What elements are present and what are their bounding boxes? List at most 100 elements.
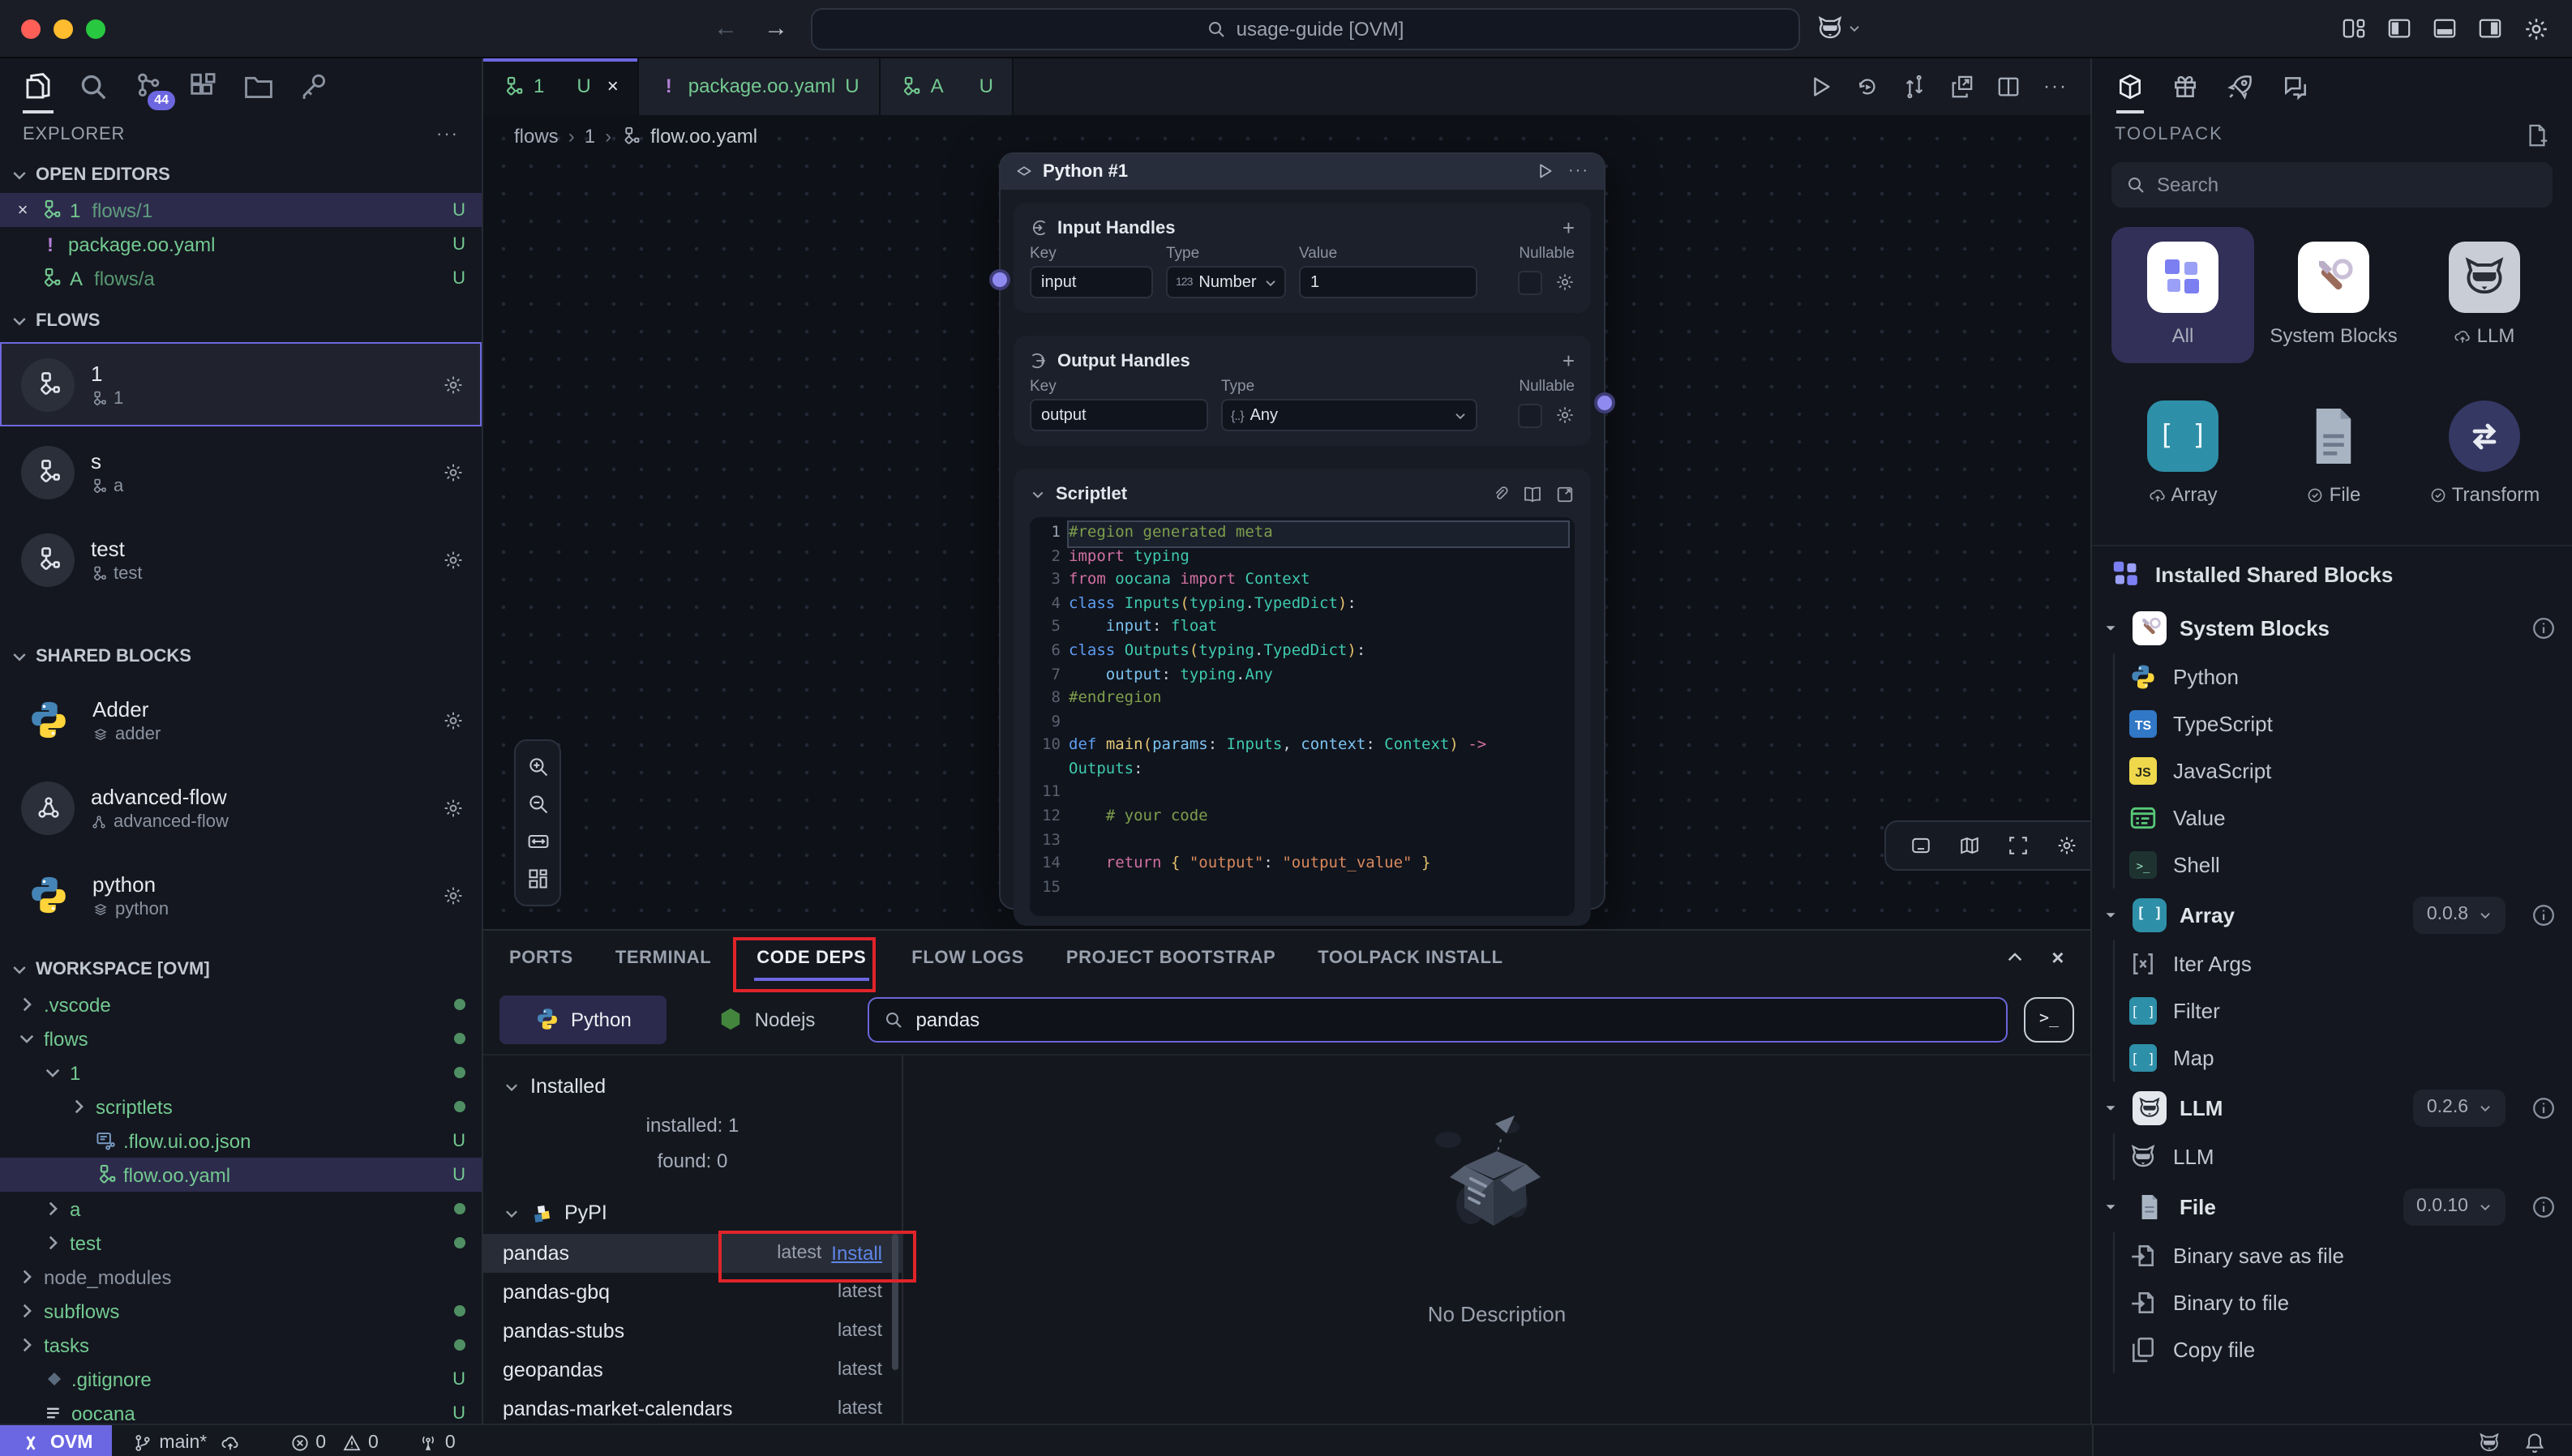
fullscreen-icon[interactable] — [2007, 835, 2028, 856]
runtime-nodejs-button[interactable]: Nodejs — [684, 996, 851, 1044]
workspace-tree-row[interactable]: subflows — [0, 1294, 482, 1328]
zoom-out-icon[interactable] — [526, 793, 549, 816]
panel-tab-flow-logs[interactable]: FLOW LOGS — [911, 949, 1024, 968]
close-editor-icon[interactable]: × — [13, 200, 32, 220]
workspace-tree-row[interactable]: .gitignoreU — [0, 1362, 482, 1396]
installed-group-header[interactable]: Installed — [483, 1066, 902, 1108]
code-line[interactable]: Outputs: — [1033, 759, 1568, 782]
package-search-box[interactable] — [867, 997, 2008, 1043]
split-editor-icon[interactable] — [1996, 75, 2021, 99]
group-llm[interactable]: LLM 0.2.6 — [2092, 1081, 2572, 1133]
panel-tab-project-bootstrap[interactable]: PROJECT BOOTSTRAP — [1066, 949, 1275, 968]
toolpack-cube-icon[interactable] — [2116, 72, 2144, 113]
tab-flow-1[interactable]: 1 U × — [483, 58, 640, 115]
export-share-icon[interactable] — [1949, 75, 1974, 99]
settings-gear-icon[interactable] — [2523, 15, 2549, 41]
flow-card-s[interactable]: s a — [0, 430, 482, 514]
compare-changes-icon[interactable] — [1902, 75, 1927, 99]
output-type-select[interactable]: {..} Any — [1221, 400, 1477, 432]
flow-card-1[interactable]: 1 1 — [0, 342, 482, 426]
input-key-field[interactable] — [1030, 267, 1153, 299]
zoom-in-icon[interactable] — [526, 756, 549, 778]
toggle-sidebar-right-icon[interactable] — [2478, 16, 2502, 41]
input-type-select[interactable]: 123 Number — [1166, 267, 1286, 299]
code-line[interactable]: 8#endregion — [1033, 687, 1568, 711]
tile-llm[interactable]: LLM — [2413, 227, 2556, 363]
new-toolpack-icon[interactable] — [2525, 122, 2549, 147]
open-terminal-button[interactable]: >_ — [2024, 997, 2074, 1043]
block-item-shell[interactable]: >_Shell — [2115, 841, 2572, 889]
toggle-panel-bottom-icon[interactable] — [2433, 16, 2457, 41]
block-settings-gear-icon[interactable] — [443, 797, 464, 818]
group-system-blocks[interactable]: System Blocks — [2092, 602, 2572, 653]
toggle-panel-icon[interactable] — [1910, 835, 1931, 856]
reader-book-icon[interactable] — [1523, 485, 1542, 504]
block-item-python[interactable]: Python — [2115, 653, 2572, 700]
workspace-tree-row[interactable]: tasks — [0, 1328, 482, 1362]
workspace-tree-row[interactable]: oocanaU — [0, 1396, 482, 1424]
open-editor-item[interactable]: A flows/a U — [0, 261, 482, 295]
more-actions-icon[interactable]: ··· — [2043, 75, 2068, 98]
pypi-group-header[interactable]: PyPI — [483, 1193, 902, 1235]
list-scrollbar-thumb[interactable] — [892, 1235, 898, 1371]
input-handle-gear-icon[interactable] — [1555, 273, 1575, 293]
close-panel-icon[interactable]: × — [2051, 946, 2064, 970]
notifications-bell-icon[interactable] — [2523, 1431, 2546, 1454]
flow-canvas[interactable]: flows › 1 › flow.oo.yaml Python #1 — [483, 115, 2090, 930]
fit-view-icon[interactable] — [526, 830, 549, 853]
code-line[interactable]: 13 — [1033, 829, 1568, 853]
ports-indicator[interactable]: 0 — [419, 1432, 456, 1452]
minimap-icon[interactable] — [1958, 835, 1979, 856]
history-forward-icon[interactable]: → — [764, 15, 788, 42]
block-item-typescript[interactable]: TSTypeScript — [2115, 700, 2572, 747]
add-output-handle-button[interactable]: + — [1562, 349, 1575, 374]
flow-settings-gear-icon[interactable] — [443, 549, 464, 570]
block-settings-gear-icon[interactable] — [443, 709, 464, 730]
workspace-tree-row[interactable]: flow.oo.yamlU — [0, 1158, 482, 1192]
code-line[interactable]: 12 # your code — [1033, 806, 1568, 829]
maximize-panel-icon[interactable] — [2004, 948, 2025, 969]
collapse-icon[interactable] — [1030, 486, 1046, 503]
package-row[interactable]: geopandaslatest — [483, 1351, 902, 1390]
tile-all[interactable]: All — [2111, 227, 2254, 363]
workspace-tree-row[interactable]: .flow.ui.oo.jsonU — [0, 1124, 482, 1158]
breadcrumb-item[interactable]: flow.oo.yaml — [650, 125, 757, 148]
flows-view-icon[interactable]: 44 — [133, 71, 164, 101]
folder-icon[interactable] — [243, 71, 274, 101]
shared-blocks-section-header[interactable]: SHARED BLOCKS — [0, 637, 482, 674]
rocket-icon[interactable] — [2227, 72, 2254, 100]
info-icon[interactable] — [2531, 902, 2556, 927]
node-more-icon[interactable]: ··· — [1568, 163, 1589, 181]
group-file[interactable]: File 0.0.10 — [2092, 1180, 2572, 1232]
workspace-tree-row[interactable]: node_modules — [0, 1260, 482, 1294]
auto-layout-icon[interactable] — [526, 867, 549, 890]
workspace-section-header[interactable]: WORKSPACE [OVM] — [0, 950, 482, 987]
shared-block-adder[interactable]: Adder adder — [0, 678, 482, 762]
block-item-map[interactable]: [ ]Map — [2115, 1034, 2572, 1081]
tile-array[interactable]: [ ] Array — [2111, 386, 2254, 522]
code-line[interactable]: 6class Outputs(typing.TypedDict): — [1033, 640, 1568, 664]
code-line[interactable]: 2import typing — [1033, 546, 1568, 569]
code-line[interactable]: 11 — [1033, 782, 1568, 806]
workspace-tree-row[interactable]: a — [0, 1192, 482, 1226]
attach-paperclip-icon[interactable] — [1492, 486, 1510, 503]
code-line[interactable]: 1#region generated meta — [1033, 522, 1568, 546]
open-external-icon[interactable] — [1555, 485, 1575, 504]
flows-section-header[interactable]: FLOWS — [0, 302, 482, 339]
code-line[interactable]: 15 — [1033, 877, 1568, 901]
git-branch-indicator[interactable]: main* — [133, 1432, 239, 1452]
input-value-field[interactable] — [1299, 267, 1477, 299]
assistant-raccoon-icon[interactable] — [1816, 15, 1844, 42]
shared-block-python[interactable]: python python — [0, 853, 482, 937]
tile-system-blocks[interactable]: System Blocks — [2262, 227, 2405, 363]
breadcrumb-item[interactable]: flows — [514, 125, 559, 148]
assistant-raccoon-icon[interactable] — [2478, 1431, 2501, 1454]
maximize-window-button[interactable] — [86, 19, 105, 38]
tile-transform[interactable]: Transform — [2413, 386, 2556, 522]
node-header[interactable]: Python #1 ··· — [1001, 154, 1604, 190]
workspace-tree-row[interactable]: 1 — [0, 1056, 482, 1090]
block-settings-gear-icon[interactable] — [443, 884, 464, 906]
panel-tab-terminal[interactable]: TERMINAL — [615, 949, 711, 968]
code-line[interactable]: 4class Inputs(typing.TypedDict): — [1033, 593, 1568, 616]
breadcrumb-item[interactable]: 1 — [585, 125, 595, 148]
